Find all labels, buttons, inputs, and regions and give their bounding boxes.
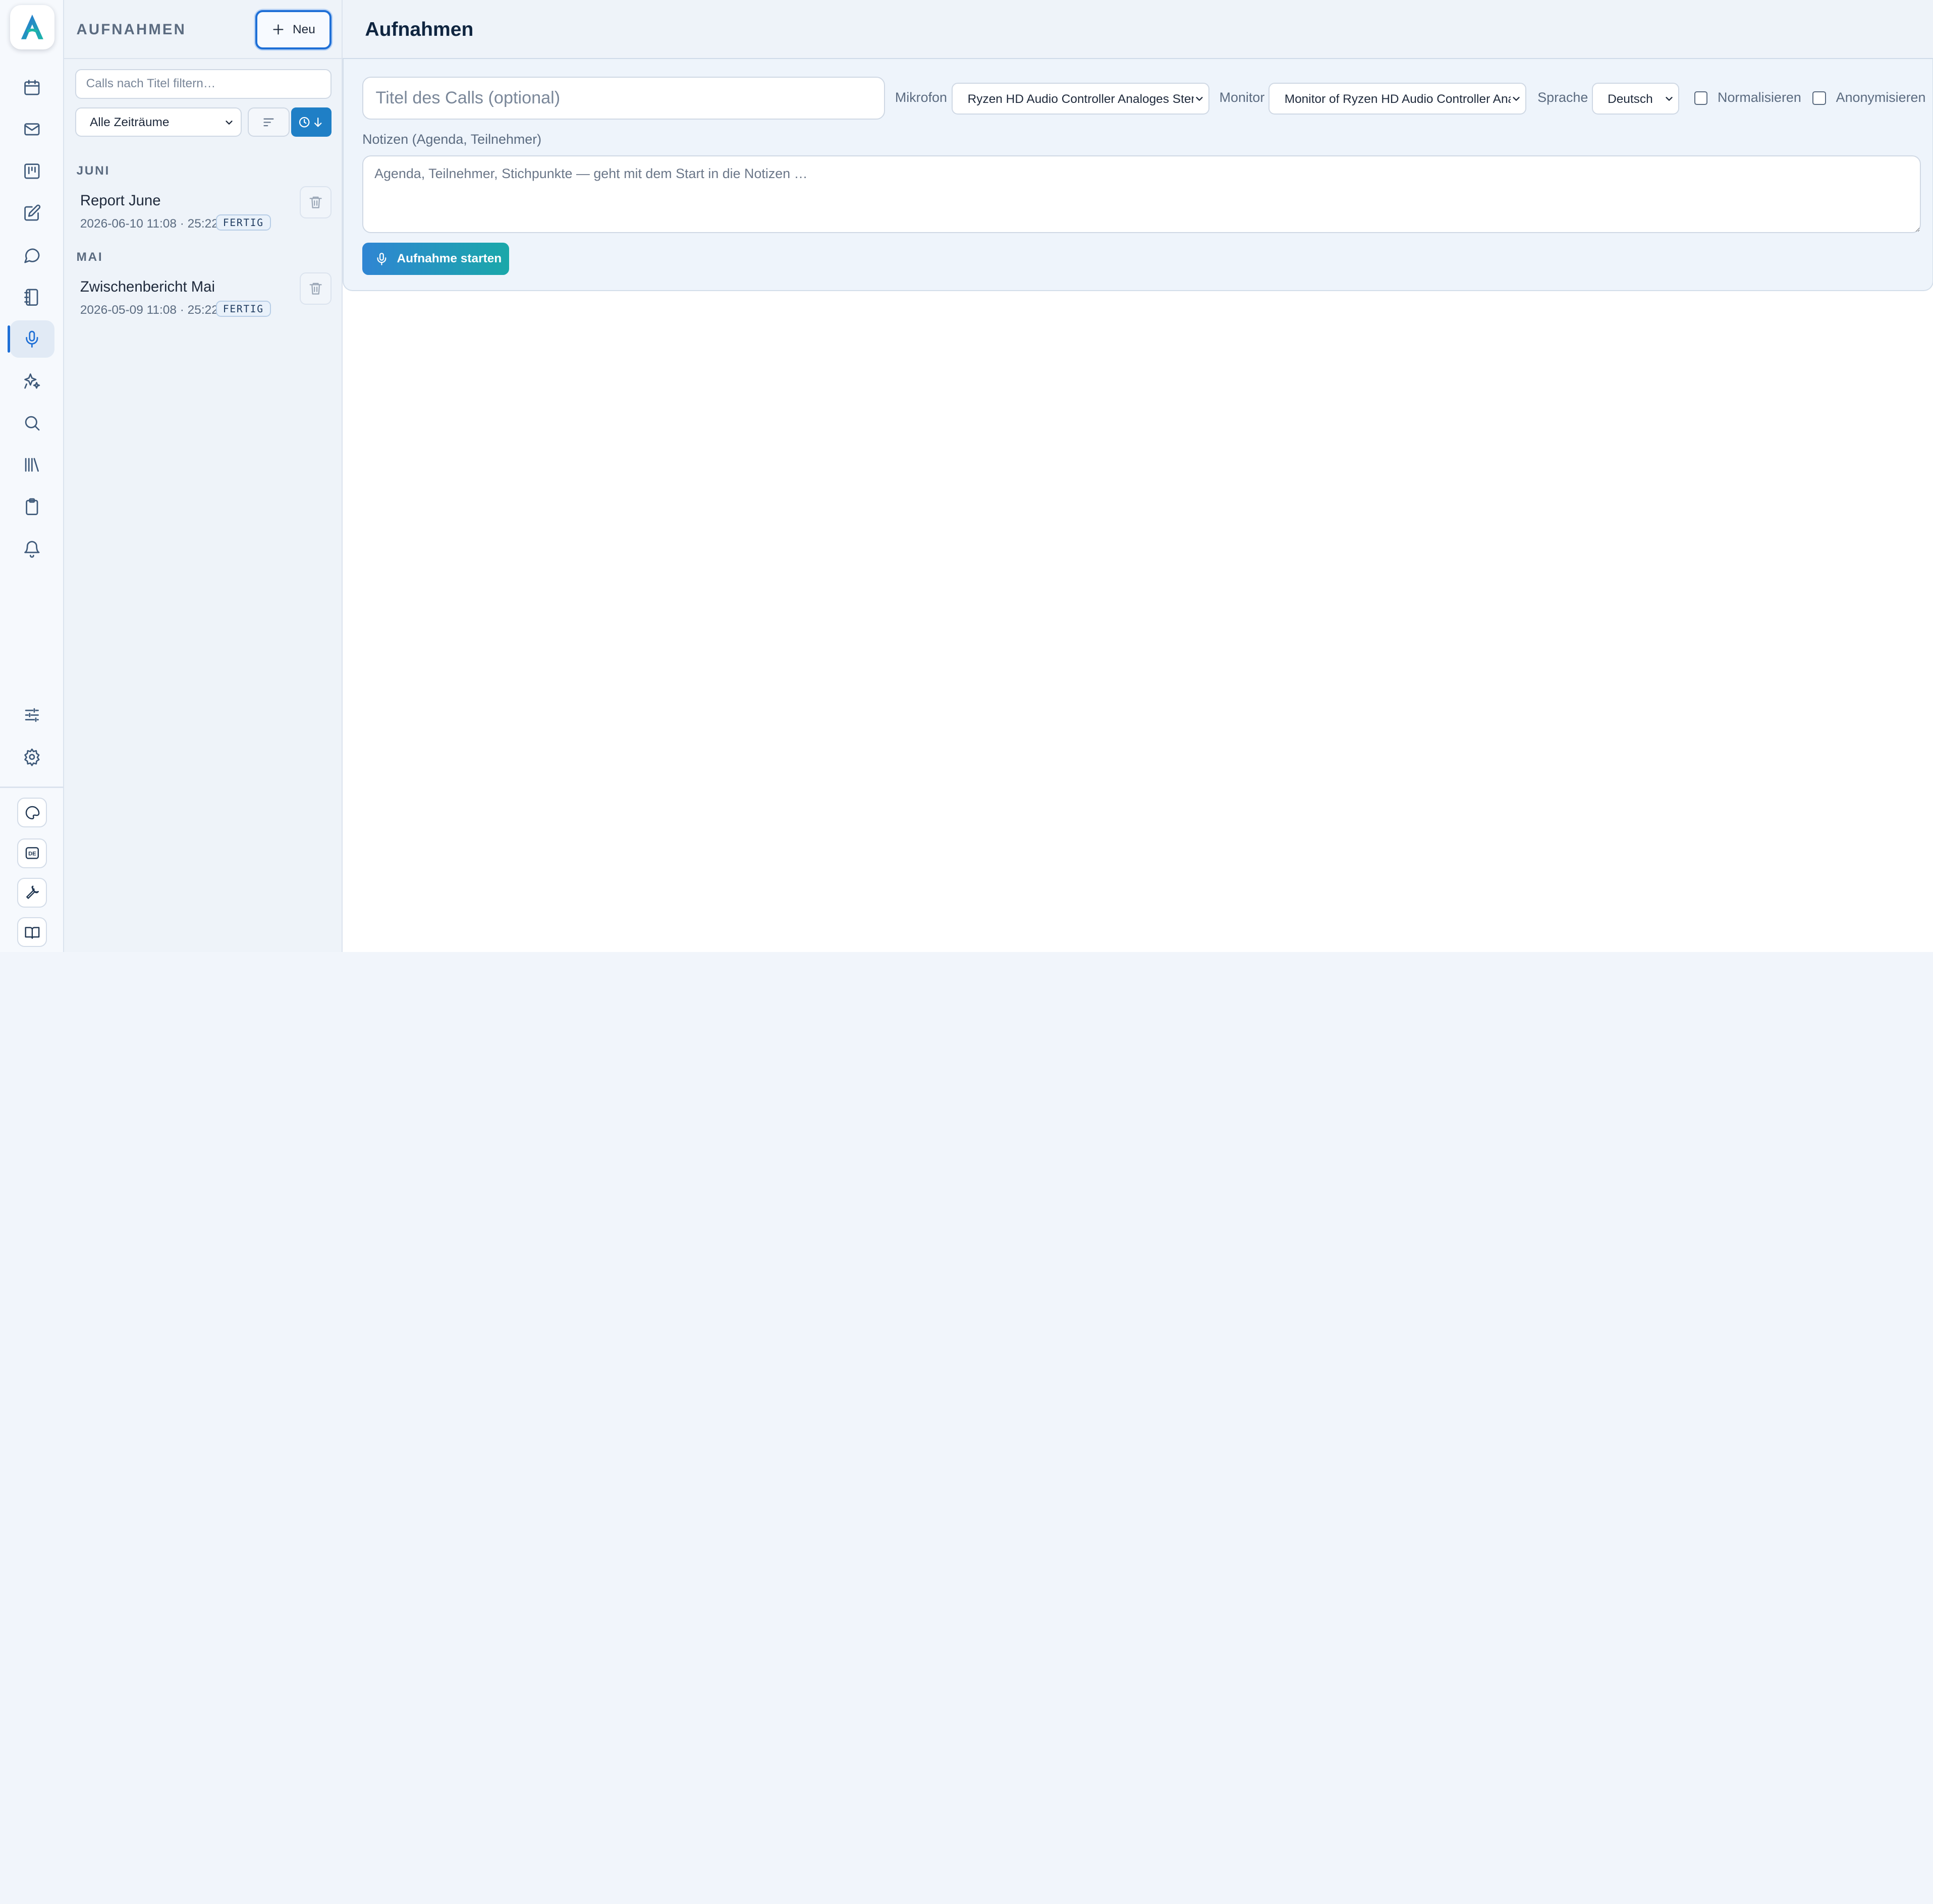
wrench-icon [26,885,39,899]
status-badge: FERTIG [215,301,271,317]
notes-label: Notizen (Agenda, Teilnehmer) [362,132,542,147]
month-label-may: MAI [76,250,103,264]
sidebar-header: AUFNAHMEN Neu [64,0,343,60]
microphone-icon [376,252,386,265]
nav-ai[interactable] [10,363,54,400]
nav-mail[interactable] [10,111,54,148]
gear-icon [24,748,40,766]
main-header: Aufnahmen [343,0,1933,60]
nav-clipboard[interactable] [10,488,54,525]
mail-icon [24,123,40,136]
app-logo-icon [21,15,43,40]
recording-item[interactable]: Report June 2026-06-10 11:08 · 25:22 FER… [75,186,332,242]
start-recording-label: Aufnahme starten [397,252,502,266]
recording-title: Zwischenbericht Mai [80,278,215,296]
recording-setup-panel: Mikrofon Ryzen HD Audio Controller Analo… [343,59,1933,291]
calendar-icon [24,80,40,95]
search-icon [25,416,40,431]
bell-icon [24,541,40,558]
new-recording-button[interactable]: Neu [255,10,332,49]
notes-textarea[interactable] [362,155,1921,233]
chat-icon [24,248,40,263]
start-recording-button[interactable]: Aufnahme starten [362,243,509,275]
palette-icon [25,806,39,819]
sidebar-title: AUFNAHMEN [76,21,186,38]
normalize-checkbox[interactable] [1694,91,1708,105]
edit-icon [24,204,41,221]
microphone-label: Mikrofon [895,90,947,105]
anonymize-checkbox[interactable] [1812,91,1827,105]
clipboard-icon [26,498,38,516]
language-label: Sprache [1537,90,1588,105]
recording-title: Report June [80,192,161,209]
sort-by-time-button[interactable] [291,107,332,137]
plus-icon [273,24,284,35]
call-title-input[interactable] [362,76,886,120]
nav-settings[interactable] [10,739,54,775]
nav-notifications[interactable] [10,530,54,567]
monitor-label: Monitor [1219,90,1265,105]
notebook-icon [24,289,38,306]
main-content: Aufnahmen Mikrofon Ryzen HD Audio Contro… [343,0,1933,952]
trash-icon [309,196,322,208]
language-select[interactable]: Deutsch [1591,82,1680,115]
library-icon [25,458,39,472]
microphone-icon [26,330,38,348]
docs-button[interactable] [17,917,47,947]
nav-chat[interactable] [10,237,54,273]
rail-divider [0,787,65,788]
status-badge: FERTIG [215,214,271,231]
microphone-select[interactable]: Ryzen HD Audio Controller Analoges Stere… [952,82,1210,115]
period-select-value: Alle Zeiträume [89,116,170,130]
clock-icon [299,117,310,128]
icon-rail: DE [0,0,65,952]
recording-meta: 2026-05-09 11:08 · 25:22 [80,303,218,317]
chevron-down-icon [1193,93,1205,105]
normalize-label: Normalisieren [1718,90,1801,105]
sort-order-button[interactable] [248,107,290,137]
sparkles-icon [24,373,40,389]
board-icon [24,163,40,179]
monitor-select[interactable]: Monitor of Ryzen HD Audio Controller Ana… [1268,82,1527,115]
microphone-select-value: Ryzen HD Audio Controller Analoges Stere… [967,92,1194,106]
trash-icon [309,283,322,295]
recordings-sidebar: AUFNAHMEN Neu Alle Zeiträume JUNI Report… [64,0,343,952]
app-window: DE AUFNAHMEN Neu Alle Zeiträume [0,0,1933,952]
delete-recording-button[interactable] [299,186,332,218]
period-select[interactable]: Alle Zeiträume [75,107,242,137]
chevron-down-icon [1663,93,1675,105]
delete-recording-button[interactable] [299,272,332,305]
language-select-value: Deutsch [1608,92,1653,106]
book-icon [25,927,39,939]
svg-text:DE: DE [28,851,36,857]
nav-board[interactable] [10,153,54,190]
sliders-icon [25,708,39,722]
nav-calendar[interactable] [10,69,54,106]
anonymize-label: Anonymisieren [1836,90,1926,105]
theme-button[interactable] [17,798,47,827]
nav-search[interactable] [10,405,54,441]
page-title: Aufnahmen [365,18,474,40]
title-filter-input[interactable] [75,69,332,99]
chevron-down-icon [1510,93,1522,105]
new-recording-label: Neu [292,22,315,36]
chevron-down-icon [226,120,233,125]
language-button[interactable]: DE [17,838,47,868]
nav-library[interactable] [10,446,54,483]
nav-preferences[interactable] [10,697,54,734]
nav-notebook[interactable] [10,278,54,315]
tools-button[interactable] [17,878,47,908]
arrow-down-icon [314,117,322,127]
recording-meta: 2026-06-10 11:08 · 25:22 [80,217,218,231]
de-language-icon: DE [25,847,39,860]
nav-edit[interactable] [10,195,54,232]
monitor-select-value: Monitor of Ryzen HD Audio Controller Ana… [1284,92,1511,106]
app-logo[interactable] [10,5,54,49]
recording-item[interactable]: Zwischenbericht Mai 2026-05-09 11:08 · 2… [75,272,332,328]
sort-lines-icon [263,118,274,126]
month-label-june: JUNI [76,164,110,178]
nav-recordings[interactable] [7,320,54,358]
